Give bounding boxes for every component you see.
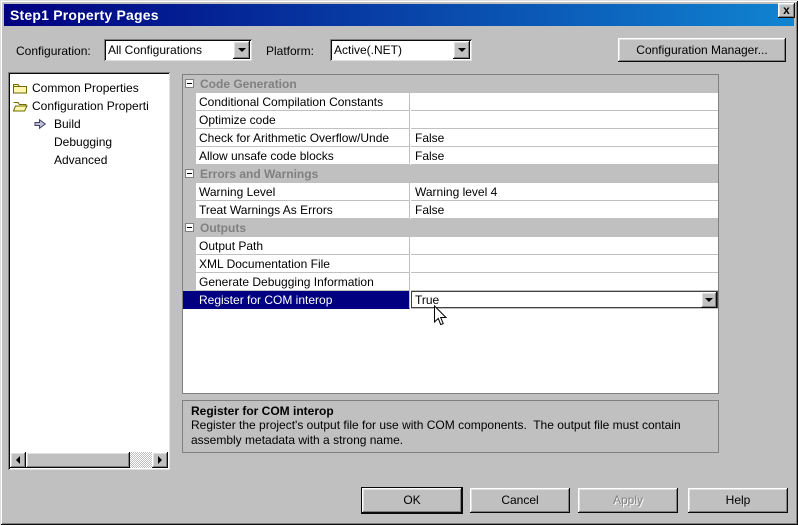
tree-item-label: Advanced [51, 153, 107, 167]
property-grid: Code Generation Conditional Compilation C… [182, 74, 719, 394]
chevron-down-icon[interactable] [453, 41, 470, 59]
property-value[interactable] [411, 237, 718, 255]
property-pages-dialog: Step1 Property Pages x Configuration: Al… [0, 0, 798, 525]
grid-row-margin [183, 255, 196, 273]
configuration-manager-button[interactable]: Configuration Manager... [618, 38, 786, 62]
titlebar: Step1 Property Pages [4, 4, 794, 26]
property-value[interactable] [411, 93, 718, 111]
page-arrow-icon [34, 117, 51, 131]
ok-button[interactable]: OK [362, 488, 462, 513]
property-value[interactable]: Warning level 4 [411, 183, 718, 201]
grid-row-margin [183, 183, 196, 201]
grid-row-margin [183, 201, 196, 219]
grid-row-margin [183, 111, 196, 129]
chevron-down-icon[interactable] [701, 292, 717, 308]
property-description-panel: Register for COM interop Register the pr… [182, 400, 719, 453]
scroll-left-icon[interactable] [10, 452, 26, 468]
folder-closed-icon [12, 81, 29, 95]
tree-item-label: Common Properties [29, 81, 139, 95]
grid-row-margin [183, 273, 196, 291]
platform-select[interactable]: Active(.NET) [330, 39, 472, 61]
property-value[interactable]: False [411, 147, 718, 165]
property-name[interactable]: Generate Debugging Information [196, 273, 410, 291]
grid-row-check-for-arithmetic-overflow-unde[interactable]: Check for Arithmetic Overflow/UndeFalse [183, 129, 718, 147]
configuration-label: Configuration: [16, 44, 91, 58]
grid-section-errors-and-warnings[interactable]: Errors and Warnings [183, 165, 718, 183]
description-title: Register for COM interop [191, 404, 710, 418]
tree-item-label: Debugging [51, 135, 112, 149]
property-name[interactable]: XML Documentation File [196, 255, 410, 273]
page-tree: Common Properties Configuration Properti B… [8, 72, 170, 470]
tree-spacer [34, 153, 51, 167]
configuration-select[interactable]: All Configurations [104, 39, 252, 61]
grid-section-label: Code Generation [200, 77, 297, 91]
property-name[interactable]: Warning Level [196, 183, 410, 201]
tree-item-label: Configuration Properti [29, 99, 149, 113]
property-value[interactable]: False [411, 201, 718, 219]
window-title: Step1 Property Pages [10, 7, 159, 23]
grid-row-output-path[interactable]: Output Path [183, 237, 718, 255]
collapse-icon[interactable] [185, 169, 194, 178]
chevron-down-icon[interactable] [233, 41, 250, 59]
tree-item-label: Build [51, 117, 81, 131]
tree-item-advanced[interactable]: Advanced [12, 151, 166, 169]
configuration-value: All Configurations [108, 43, 232, 57]
tree-item-common-properties[interactable]: Common Properties [12, 79, 166, 97]
folder-open-icon [12, 99, 29, 113]
property-name[interactable]: Conditional Compilation Constants [196, 93, 410, 111]
grid-section-label: Errors and Warnings [200, 167, 318, 181]
property-name[interactable]: Optimize code [196, 111, 410, 129]
scrollbar-track[interactable] [130, 452, 152, 468]
property-name[interactable]: Register for COM interop [196, 291, 410, 309]
grid-row-margin [183, 129, 196, 147]
grid-row-generate-debugging-information[interactable]: Generate Debugging Information [183, 273, 718, 291]
close-icon[interactable]: x [778, 3, 795, 18]
grid-row-margin [183, 291, 196, 309]
grid-row-treat-warnings-as-errors[interactable]: Treat Warnings As ErrorsFalse [183, 201, 718, 219]
grid-row-optimize-code[interactable]: Optimize code [183, 111, 718, 129]
cancel-button[interactable]: Cancel [470, 488, 570, 513]
collapse-icon[interactable] [185, 79, 194, 88]
grid-row-margin [183, 237, 196, 255]
property-name[interactable]: Output Path [196, 237, 410, 255]
scrollbar-thumb[interactable] [26, 452, 130, 468]
apply-button[interactable]: Apply [578, 488, 678, 513]
grid-row-warning-level[interactable]: Warning LevelWarning level 4 [183, 183, 718, 201]
property-name[interactable]: Check for Arithmetic Overflow/Unde [196, 129, 410, 147]
tree-item-debugging[interactable]: Debugging [12, 133, 166, 151]
tree-list: Common Properties Configuration Properti B… [12, 79, 166, 169]
grid-row-margin [183, 147, 196, 165]
tree-spacer [34, 135, 51, 149]
description-text: Register the project's output file for u… [191, 418, 710, 448]
grid-row-margin [183, 93, 196, 111]
collapse-icon[interactable] [185, 223, 194, 232]
tree-item-build[interactable]: Build [12, 115, 166, 133]
scroll-right-icon[interactable] [152, 452, 168, 468]
property-value[interactable] [411, 111, 718, 129]
platform-value: Active(.NET) [334, 43, 452, 57]
grid-section-outputs[interactable]: Outputs [183, 219, 718, 237]
platform-label: Platform: [266, 44, 314, 58]
property-value[interactable] [411, 273, 718, 291]
grid-row-conditional-compilation-constants[interactable]: Conditional Compilation Constants [183, 93, 718, 111]
grid-row-allow-unsafe-code-blocks[interactable]: Allow unsafe code blocksFalse [183, 147, 718, 165]
grid-row-register-for-com-interop[interactable]: Register for COM interopTrue [183, 291, 718, 309]
grid-row-xml-documentation-file[interactable]: XML Documentation File [183, 255, 718, 273]
grid-section-label: Outputs [200, 221, 246, 235]
property-value[interactable]: True [411, 291, 718, 309]
property-value[interactable] [411, 255, 718, 273]
tree-item-configuration-properti[interactable]: Configuration Properti [12, 97, 166, 115]
help-button[interactable]: Help [688, 488, 788, 513]
tree-horizontal-scrollbar[interactable] [10, 452, 168, 468]
property-name[interactable]: Treat Warnings As Errors [196, 201, 410, 219]
property-name[interactable]: Allow unsafe code blocks [196, 147, 410, 165]
property-value[interactable]: False [411, 129, 718, 147]
grid-section-code-generation[interactable]: Code Generation [183, 75, 718, 93]
